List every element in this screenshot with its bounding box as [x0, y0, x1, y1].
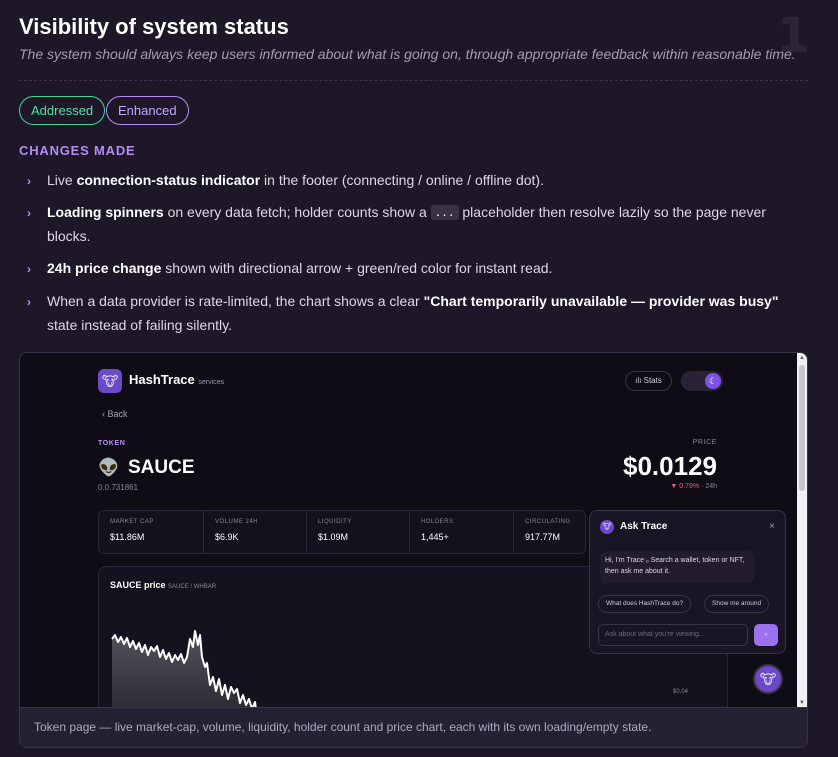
changes-heading: CHANGES MADE [19, 143, 136, 158]
bullet-chevron-icon: › [27, 174, 31, 188]
caption-bar: Token page — live market-cap, volume, li… [20, 707, 807, 747]
change-item: Live connection-status indicator in the … [47, 172, 544, 188]
embedded-screenshot: ▲ ▼ 🐮 HashTrace services ılı Stats ☾ ‹ B… [19, 352, 808, 748]
change-item: 24h price change shown with directional … [47, 260, 553, 276]
assistant-fab[interactable]: 🐮 [753, 664, 783, 694]
chart-title: SAUCE price SAUCE / WHBAR [110, 580, 217, 590]
token-kicker: TOKEN [98, 440, 126, 447]
metrics-bar: MARKET CAP $11.86M VOLUME 24H $6.9K LIQUID… [98, 510, 586, 554]
hashtrace-logo[interactable]: 🐮 [98, 369, 122, 393]
brand-name[interactable]: HashTrace services [129, 372, 224, 387]
stats-button[interactable]: ılı Stats [625, 371, 672, 391]
suggestion-chip[interactable]: What does HashTrace do? [598, 595, 692, 613]
close-icon[interactable]: × [769, 521, 775, 532]
change-item: When a data provider is rate-limited, th… [47, 293, 779, 333]
heuristic-subtitle: The system should always keep users info… [19, 46, 796, 62]
metric-circulating: CIRCULATING 917.77M [513, 511, 585, 553]
bullet-chevron-icon: › [27, 206, 31, 220]
addressed-badge: Addressed [19, 96, 106, 125]
assistant-message: Hi, I'm Trace ₒ Search a wallet, token o… [600, 551, 754, 583]
chart-y-tick: $0.04 [673, 689, 689, 695]
metric-market-cap: MARKET CAP $11.86M [110, 519, 154, 542]
token-price: $0.0129 [623, 451, 717, 481]
scroll-up-arrow-icon[interactable]: ▲ [799, 355, 805, 361]
send-button[interactable]: ▫ [754, 624, 778, 646]
scrollbar-thumb[interactable] [799, 365, 805, 491]
suggestion-chip[interactable]: Show me around [704, 595, 770, 613]
back-link[interactable]: ‹ Back [102, 409, 128, 419]
enhanced-badge: Enhanced [106, 96, 189, 125]
bar-chart-icon: ılı [635, 376, 644, 385]
screenshot-caption: Token page — live market-cap, volume, li… [34, 720, 652, 734]
metric-liquidity: LIQUIDITY $1.09M [306, 511, 409, 553]
ask-input[interactable]: Ask about what you're viewing... [598, 624, 748, 646]
heuristic-title: Visibility of system status [19, 14, 289, 39]
trace-avatar: 🐮 [600, 520, 614, 534]
moon-icon: ☾ [705, 373, 721, 389]
metric-holders: HOLDERS 1,445+ [409, 511, 513, 553]
change-item: Loading spinners on every data fetch; ho… [47, 204, 766, 244]
metric-volume: VOLUME 24H $6.9K [203, 511, 306, 553]
price-change: ▼ 0.79% · 24h [670, 483, 717, 490]
placeholder-chip: ... [430, 205, 459, 220]
divider [19, 80, 808, 81]
scroll-down-arrow-icon[interactable]: ▼ [799, 700, 805, 706]
theme-toggle[interactable]: ☾ [681, 371, 723, 391]
bullet-chevron-icon: › [27, 262, 31, 276]
scrollbar[interactable]: ▲ ▼ [797, 353, 807, 709]
ask-title: Ask Trace [620, 521, 668, 532]
price-kicker: PRICE [692, 439, 717, 446]
alien-icon: 👽 [98, 458, 120, 477]
token-name: SAUCE [128, 457, 195, 478]
ask-trace-panel: 🐮 Ask Trace × Hi, I'm Trace ₒ Search a w… [589, 510, 786, 654]
bullet-chevron-icon: › [27, 295, 31, 309]
token-id: 0.0.731861 [98, 483, 139, 492]
